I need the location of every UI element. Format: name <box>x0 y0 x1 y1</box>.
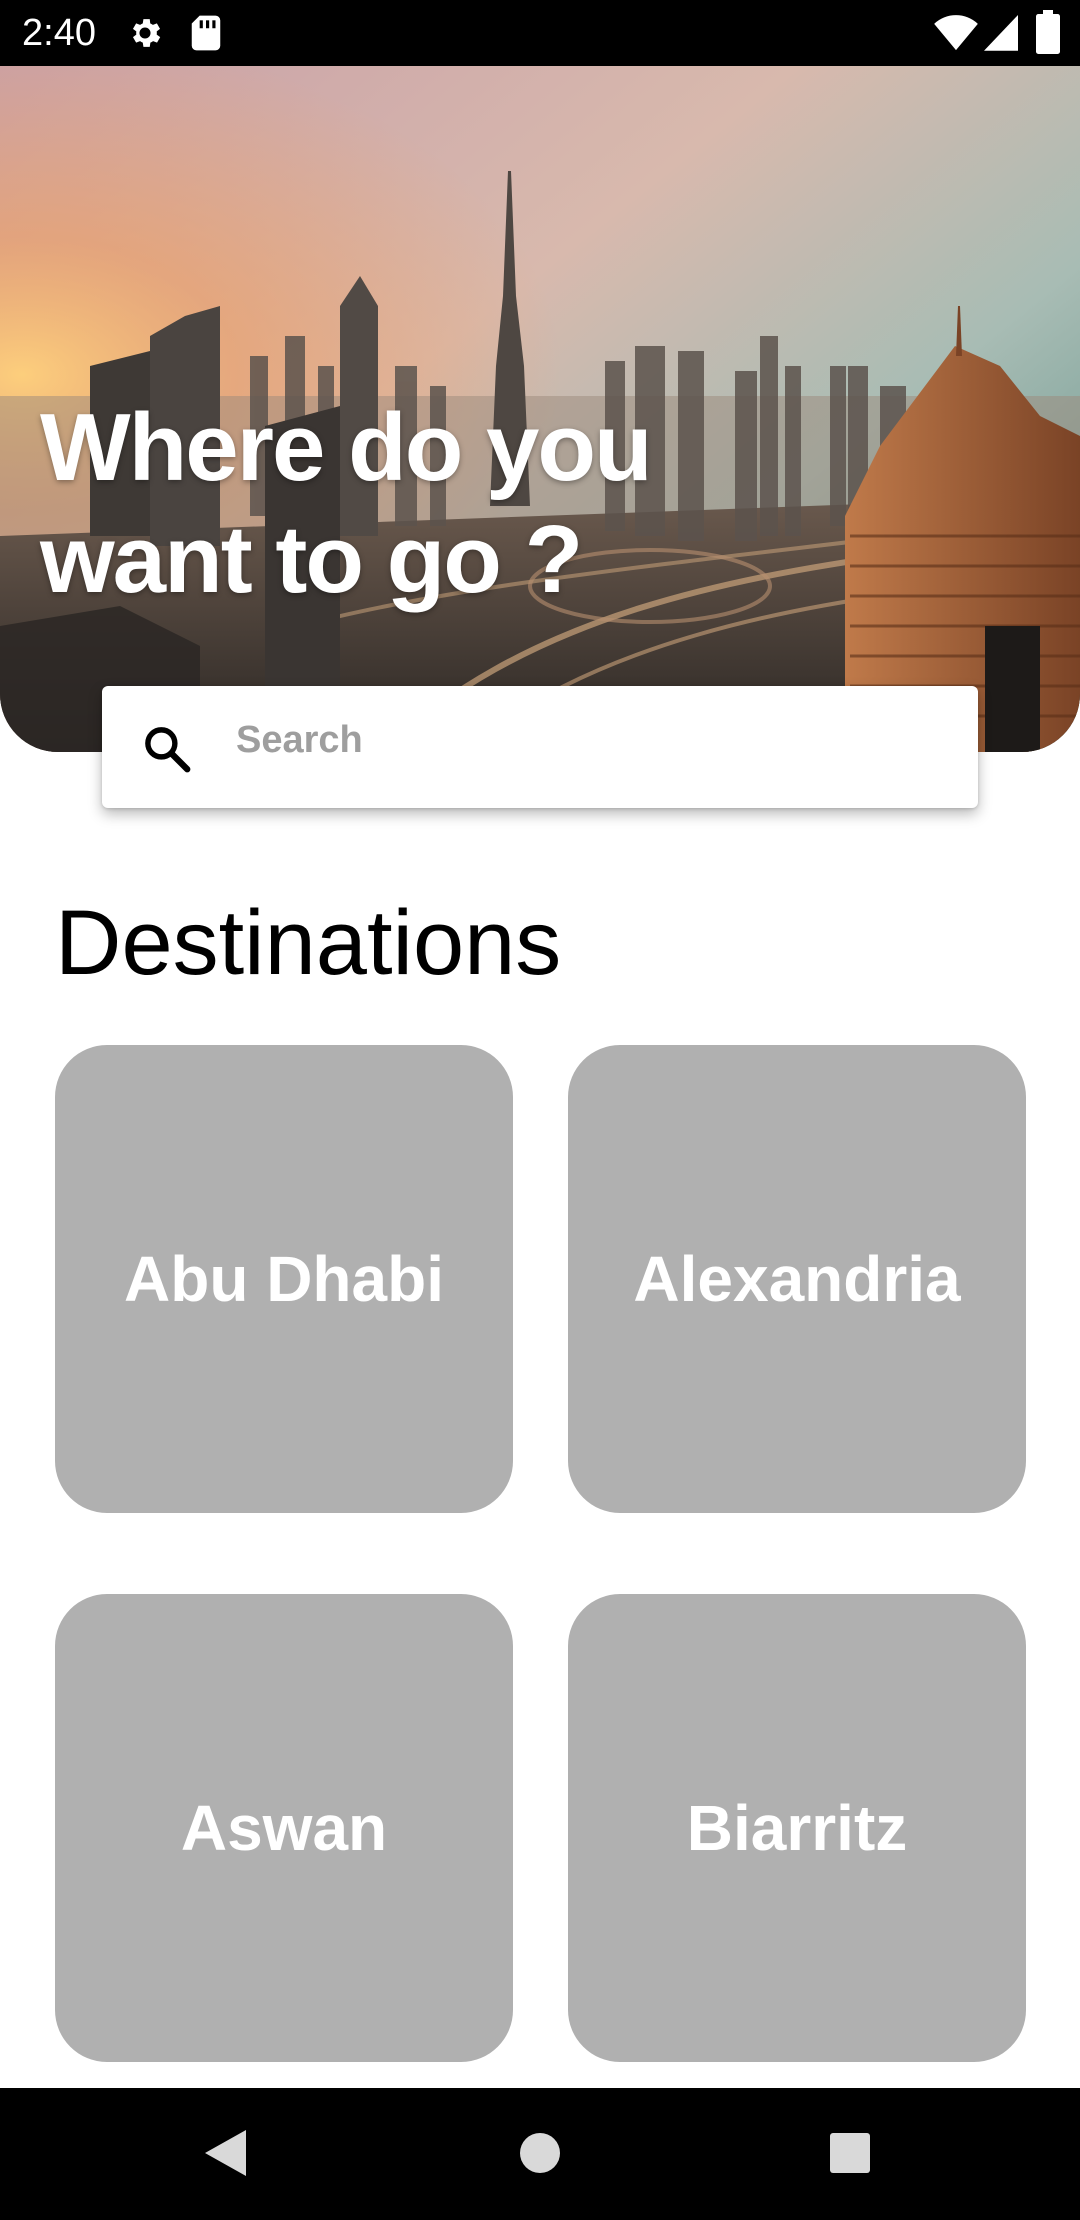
sd-card-icon <box>190 14 222 52</box>
gear-icon <box>126 14 164 52</box>
back-icon[interactable] <box>202 2128 248 2183</box>
hero-title: Where do you want to go ? <box>40 392 800 616</box>
home-icon[interactable] <box>519 2128 561 2183</box>
destination-card-biarritz[interactable]: Biarritz <box>568 1594 1026 2062</box>
destinations-title: Destinations <box>55 892 562 994</box>
search-input[interactable] <box>234 708 938 772</box>
screen: 2:40 Where do you want to go ? Search De… <box>0 0 1080 2220</box>
wifi-icon <box>934 12 978 52</box>
destination-card-label: Biarritz <box>686 1792 908 1864</box>
destination-card-abu-dhabi[interactable]: Abu Dhabi <box>55 1045 513 1513</box>
search-bar[interactable] <box>102 686 978 808</box>
destination-card-label: Aswan <box>180 1792 388 1864</box>
destination-card-aswan[interactable]: Aswan <box>55 1594 513 2062</box>
recents-icon[interactable] <box>829 2128 871 2183</box>
hero-banner: Where do you want to go ? <box>0 66 1080 752</box>
search-icon <box>140 722 194 781</box>
battery-icon <box>1036 10 1060 54</box>
hero-title-line-2: want to go ? <box>40 506 583 613</box>
hero-title-line-1: Where do you <box>40 394 653 501</box>
signal-icon <box>984 12 1018 52</box>
destination-card-label: Alexandria <box>633 1243 961 1315</box>
system-nav-bar <box>0 2088 1080 2220</box>
destination-card-label: Abu Dhabi <box>124 1243 444 1315</box>
status-bar: 2:40 <box>0 0 1080 66</box>
destination-card-alexandria[interactable]: Alexandria <box>568 1045 1026 1513</box>
status-time: 2:40 <box>22 12 96 54</box>
